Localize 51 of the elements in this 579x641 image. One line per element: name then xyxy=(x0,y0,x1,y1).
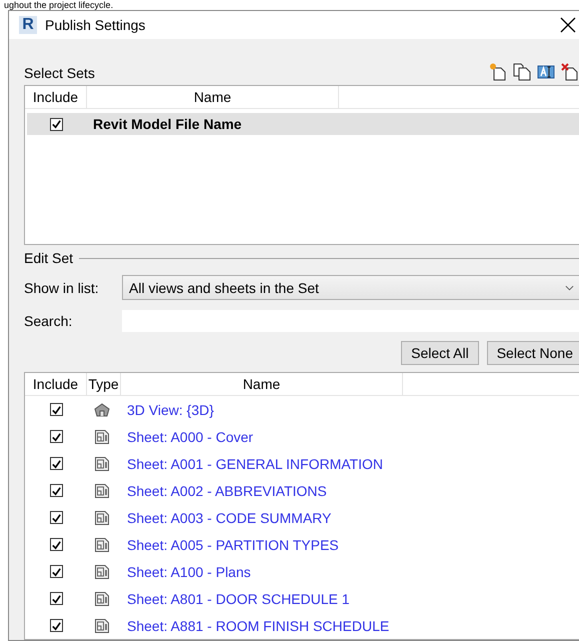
checkbox[interactable] xyxy=(50,565,62,578)
view-name: Sheet: A881 - ROOM FINISH SCHEDULE xyxy=(126,618,390,634)
checkbox[interactable] xyxy=(50,538,62,551)
column-header[interactable]: Include xyxy=(25,373,87,395)
column-header[interactable]: Name xyxy=(121,373,403,395)
window-title: Publish Settings xyxy=(45,17,146,33)
sheet-icon xyxy=(94,564,110,580)
section-label: Edit Set xyxy=(24,250,74,266)
checkbox[interactable] xyxy=(50,430,62,443)
house-icon xyxy=(94,402,110,418)
field-label: Show in list: xyxy=(24,280,100,296)
page-text: ughout the project lifecycle. xyxy=(3,0,114,10)
sheet-icon xyxy=(94,590,110,606)
view-name: Sheet: A100 - Plans xyxy=(126,564,251,580)
show-in-list-dropdown[interactable]: All views and sheets in the Set xyxy=(122,275,579,300)
view-name: Sheet: A801 - DOOR SCHEDULE 1 xyxy=(126,590,350,606)
view-name: Sheet: A001 - GENERAL INFORMATION xyxy=(126,456,383,472)
column-header[interactable]: Type xyxy=(87,373,121,395)
chevron-icon xyxy=(565,284,574,290)
view-name: Sheet: A002 - ABBREVIATIONS xyxy=(126,482,327,498)
checkbox[interactable] xyxy=(50,619,62,632)
select-button[interactable]: Select All xyxy=(401,341,479,365)
view-name: Sheet: A003 - CODE SUMMARY xyxy=(126,510,332,526)
new-document-icon[interactable] xyxy=(489,63,507,81)
sheet-icon xyxy=(94,510,110,526)
rename-icon[interactable] xyxy=(537,63,555,81)
select-button[interactable]: Select None xyxy=(486,341,579,365)
app-logo: R xyxy=(19,16,37,34)
section-label: Select Sets xyxy=(24,65,95,81)
checkbox[interactable] xyxy=(50,403,62,416)
checkbox[interactable] xyxy=(50,118,62,130)
view-name: Sheet: A005 - PARTITION TYPES xyxy=(126,536,339,552)
delete-document-icon[interactable] xyxy=(561,63,579,81)
checkbox[interactable] xyxy=(50,511,62,524)
sheet-icon xyxy=(94,428,110,444)
column-header[interactable]: Include xyxy=(25,86,87,108)
sheet-icon xyxy=(94,536,110,552)
sheet-icon xyxy=(94,618,110,634)
field-label: Search: xyxy=(24,312,74,328)
sheet-icon xyxy=(94,456,110,472)
close-icon[interactable] xyxy=(560,17,576,33)
checkbox[interactable] xyxy=(50,592,62,605)
copy-icon[interactable] xyxy=(513,63,531,81)
set-name: Revit Model File Name xyxy=(92,116,242,132)
set-row[interactable]: Revit Model File Name xyxy=(27,113,579,135)
checkbox[interactable] xyxy=(50,484,62,497)
view-name: 3D View: {3D} xyxy=(126,402,214,418)
checkbox[interactable] xyxy=(50,457,62,470)
column-header[interactable]: Name xyxy=(87,86,339,108)
sheet-icon xyxy=(94,482,110,498)
view-name: Sheet: A000 - Cover xyxy=(126,428,254,444)
